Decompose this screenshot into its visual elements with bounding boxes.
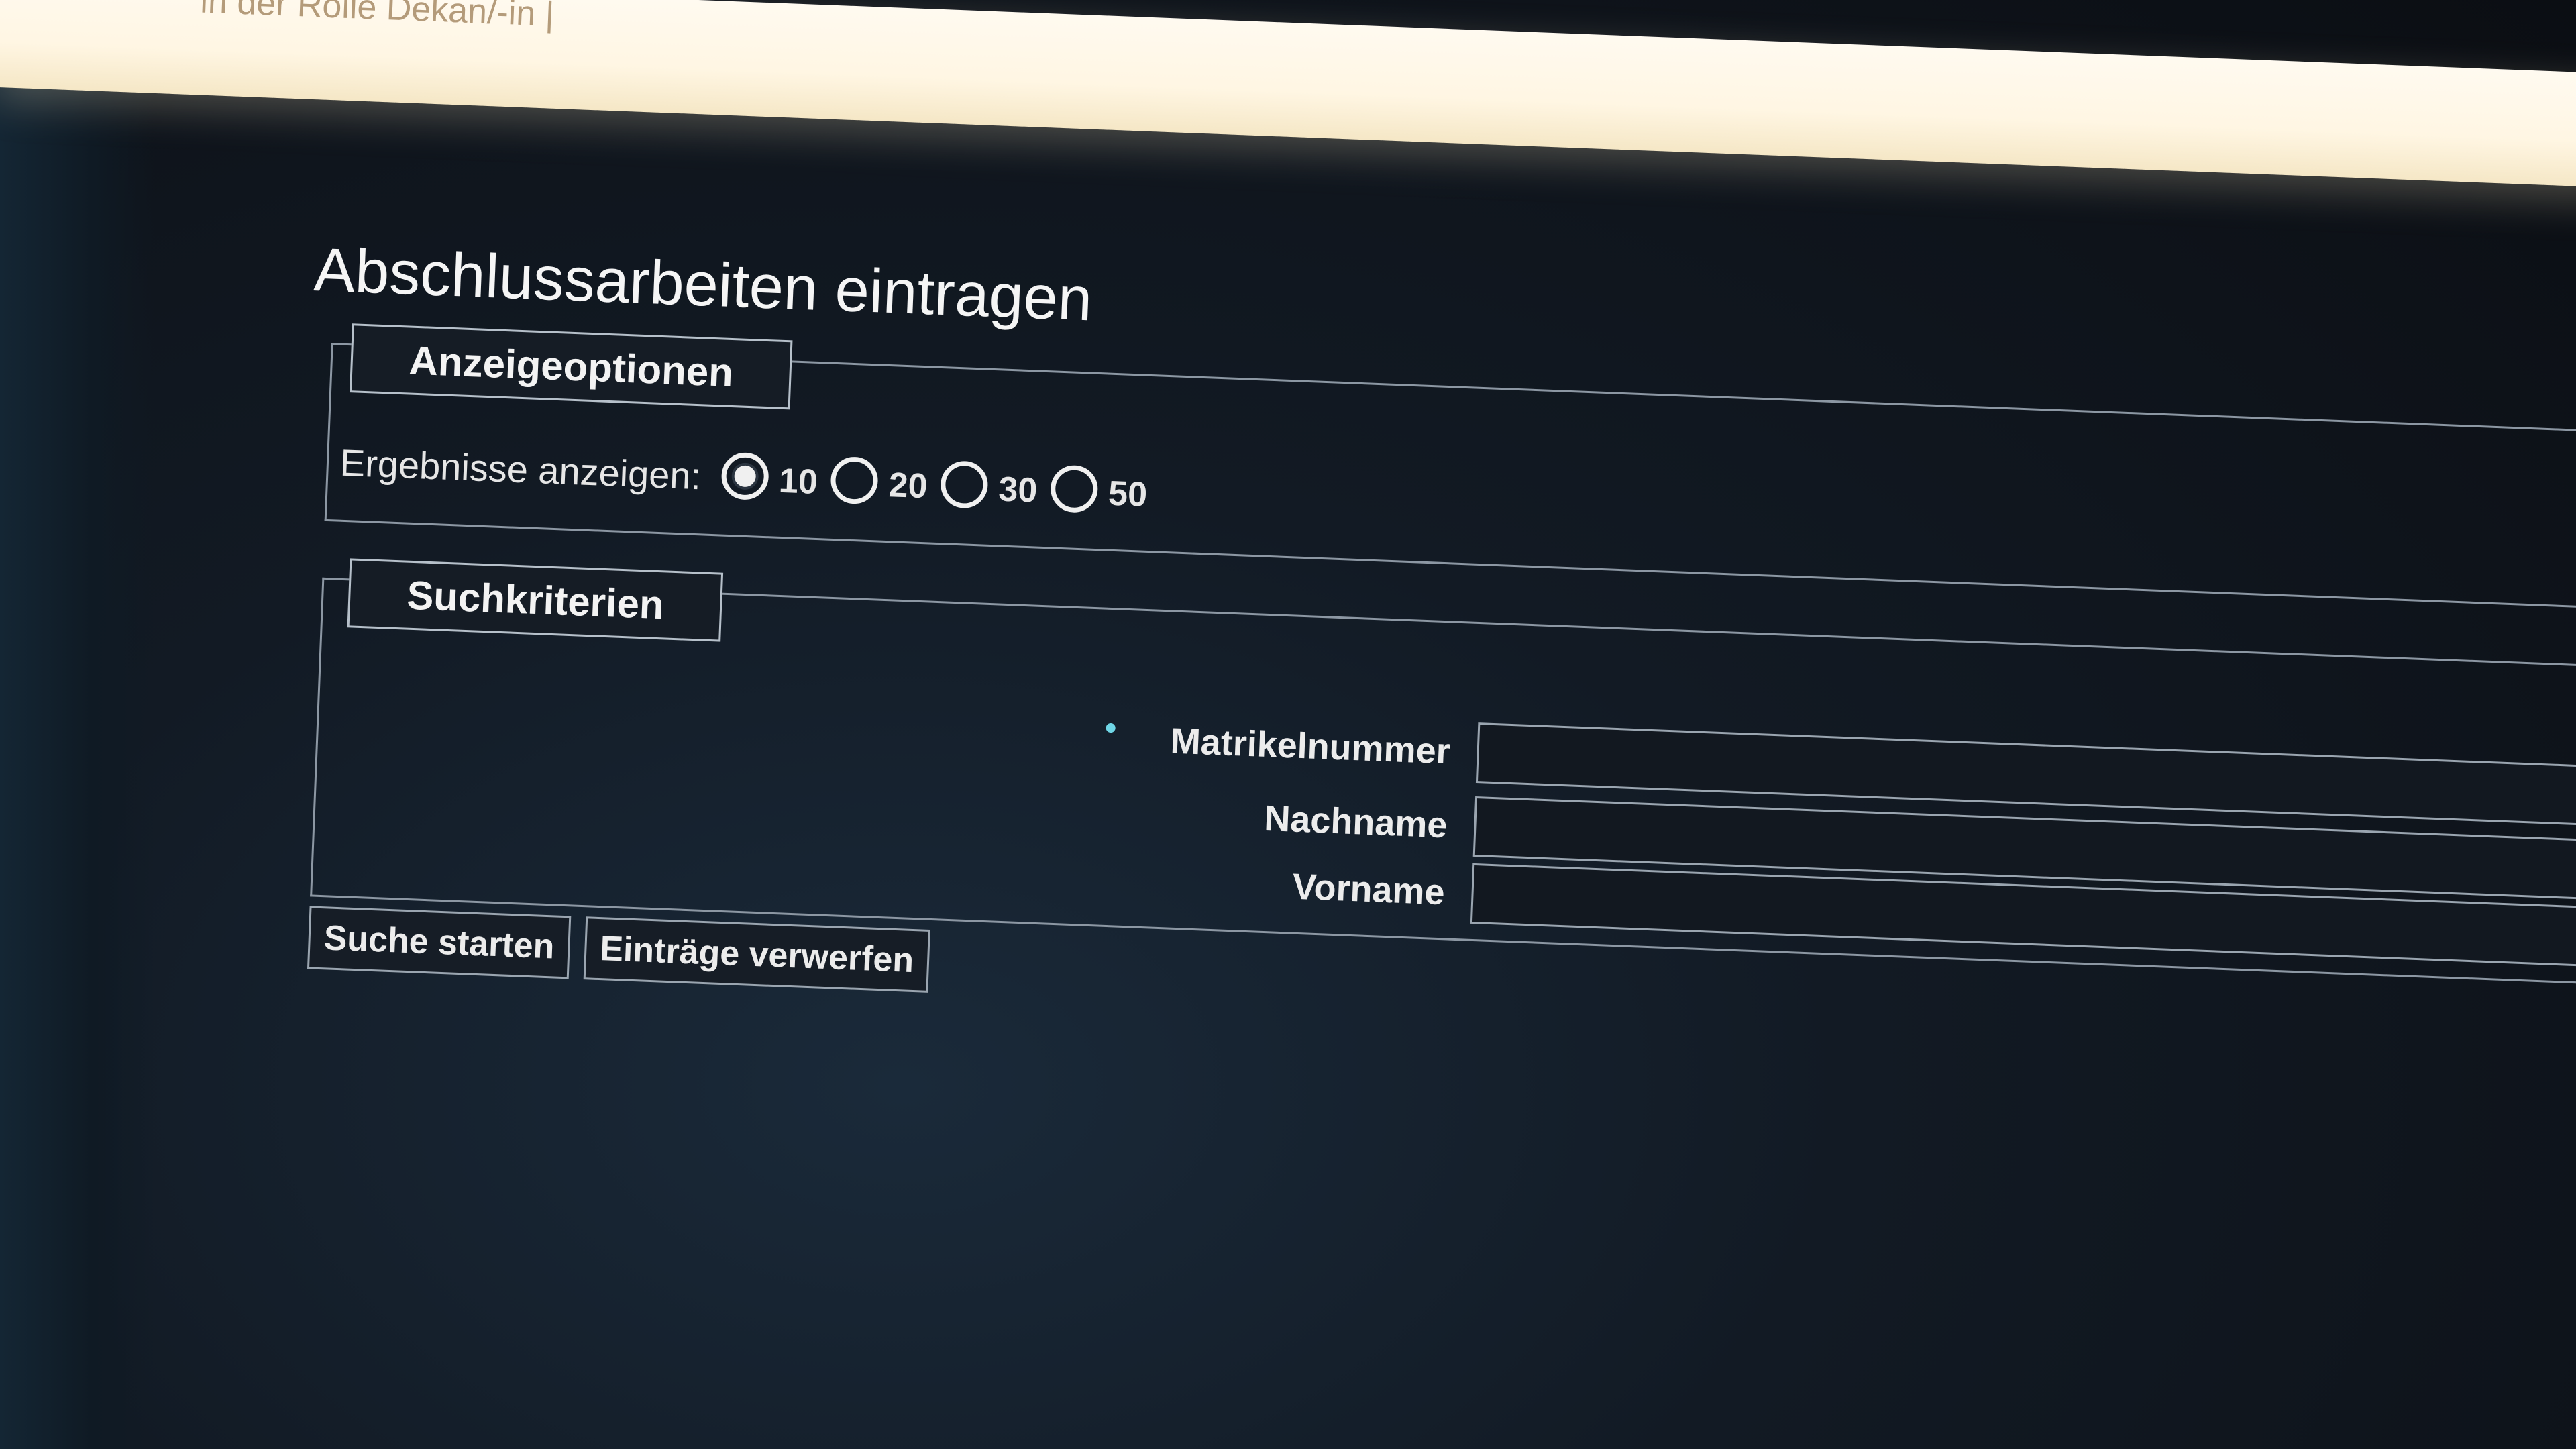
radio-label-50: 50 [1108, 474, 1148, 515]
radio-label-10: 10 [777, 461, 818, 502]
screen: in der Rolle Dekan/-in | Abschlussarbeit… [0, 0, 2576, 1449]
screen-edge [0, 0, 154, 1449]
radio-option-50[interactable]: 50 [1050, 464, 1148, 515]
radio-option-30[interactable]: 30 [940, 460, 1038, 511]
radio-option-10[interactable]: 10 [720, 451, 818, 502]
vorname-label: Vorname [1291, 866, 1446, 913]
radio-label-30: 30 [998, 470, 1038, 511]
radio-option-20[interactable]: 20 [830, 455, 928, 506]
matrikelnummer-label: Matrikelnummer [1101, 718, 1451, 773]
page-title: Abschlussarbeiten eintragen [313, 235, 1094, 334]
nachname-label: Nachname [1263, 798, 1448, 846]
main-content: Abschlussarbeiten eintragen Anzeigeoptio… [279, 235, 2576, 1263]
discard-button[interactable]: Einträge verwerfen [583, 916, 930, 993]
radio-button-30[interactable] [940, 460, 989, 509]
radio-label-20: 20 [888, 466, 928, 506]
radio-button-20[interactable] [830, 455, 879, 505]
action-buttons: Suche starten Einträge verwerfen [307, 906, 945, 993]
required-indicator-icon [1106, 722, 1116, 733]
search-criteria-legend: Suchkriterien [347, 558, 724, 642]
search-button[interactable]: Suche starten [307, 906, 572, 979]
top-bar: in der Rolle Dekan/-in | [0, 0, 2576, 188]
radio-button-50[interactable] [1050, 464, 1099, 514]
radio-button-10[interactable] [720, 451, 769, 501]
role-text: in der Rolle Dekan/-in | [199, 0, 555, 34]
matrikelnummer-label-text: Matrikelnummer [1169, 720, 1451, 772]
